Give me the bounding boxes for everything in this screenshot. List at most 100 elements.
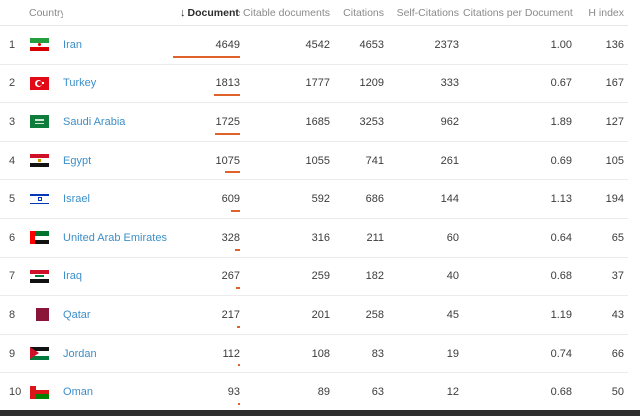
citable-documents-cell: 592 — [240, 179, 335, 219]
documents-value: 112 — [222, 347, 241, 360]
documents-value: 217 — [221, 308, 241, 321]
table-row: 4 Egypt 1075 1055 741 261 0.69 105 — [0, 141, 629, 181]
table-row: 2 Turkey 1813 1777 1209 333 0.67 167 — [0, 64, 629, 104]
self-citations-cell: 962 — [388, 102, 464, 142]
country-cell: Saudi Arabia — [63, 102, 181, 142]
documents-bar — [173, 55, 241, 58]
header-documents-label: Documents — [187, 6, 241, 19]
country-link[interactable]: Iran — [63, 39, 82, 51]
self-citations-cell: 144 — [388, 179, 464, 219]
citable-documents-cell: 259 — [240, 257, 335, 297]
documents-value: 1725 — [215, 115, 241, 128]
flag-cell — [30, 179, 64, 219]
h-index-cell: 136 — [576, 25, 629, 65]
citations-per-document-cell: 0.68 — [463, 257, 577, 297]
flag-cell — [30, 141, 64, 181]
self-citations-cell: 261 — [388, 141, 464, 181]
citations-cell: 686 — [334, 179, 389, 219]
egypt-flag-icon — [30, 154, 49, 168]
citations-cell: 182 — [334, 257, 389, 297]
country-cell: Egypt — [63, 141, 181, 181]
citations-cell: 1209 — [334, 64, 389, 104]
self-citations-cell: 40 — [388, 257, 464, 297]
citations-cell: 3253 — [334, 102, 389, 142]
iran-flag-icon — [30, 38, 49, 52]
rank-cell: 10 — [9, 386, 22, 399]
header-self-citations[interactable]: Self-Citations — [388, 0, 464, 26]
documents-bar — [238, 402, 241, 405]
h-index-cell: 50 — [611, 386, 625, 399]
documents-value: 1813 — [215, 77, 241, 90]
citations-per-document-cell: 0.67 — [463, 64, 577, 104]
flag-cell — [30, 218, 64, 258]
jordan-flag-icon — [30, 347, 49, 361]
country-link[interactable]: Turkey — [63, 77, 96, 89]
country-link[interactable]: Qatar — [63, 309, 91, 321]
country-link[interactable]: Oman — [63, 386, 93, 398]
citations-cell: 741 — [334, 141, 389, 181]
header-h-index[interactable]: H index — [576, 0, 629, 26]
header-country[interactable]: Country — [0, 0, 64, 26]
header-citable-label: Citable documents — [243, 6, 331, 19]
table-row: 10 Oman 93 89 63 12 0.68 50 — [0, 373, 628, 411]
h-index-cell: 105 — [576, 141, 629, 181]
documents-value: 609 — [221, 193, 241, 206]
self-citations-cell: 19 — [388, 334, 464, 374]
header-documents[interactable]: ↓ Documents — [180, 0, 241, 26]
country-link[interactable]: Jordan — [63, 348, 97, 360]
documents-cell: 328 — [180, 218, 241, 258]
citable-documents-cell: 1777 — [240, 64, 335, 104]
flag-cell — [30, 257, 64, 297]
documents-cell: 267 — [180, 257, 241, 297]
header-citations[interactable]: Citations — [334, 0, 389, 26]
citations-per-document-cell: 1.89 — [463, 102, 577, 142]
header-citations-per-document[interactable]: Citations per Document — [463, 0, 577, 26]
documents-cell: 112 — [180, 334, 241, 374]
header-citable-documents[interactable]: Citable documents — [240, 0, 335, 26]
rank-cell: 7 — [0, 257, 30, 297]
documents-value: 1075 — [215, 154, 241, 167]
flag-cell — [30, 334, 64, 374]
table-row: 7 Iraq 267 259 182 40 0.68 37 — [0, 257, 629, 297]
flag-cell — [30, 373, 63, 411]
self-citations-cell: 12 — [446, 386, 460, 399]
country-cell: Oman — [63, 373, 180, 411]
country-link[interactable]: Egypt — [63, 155, 91, 167]
header-citations-label: Citations — [343, 6, 385, 19]
self-citations-cell: 2373 — [388, 25, 464, 65]
h-index-cell: 167 — [576, 64, 629, 104]
documents-bar — [214, 94, 241, 97]
country-cell: Jordan — [63, 334, 181, 374]
country-link[interactable]: United Arab Emirates — [63, 232, 167, 244]
documents-cell: 93 — [180, 373, 241, 411]
documents-value: 328 — [221, 231, 241, 244]
flag-cell — [30, 64, 64, 104]
header-spacer — [63, 0, 181, 26]
documents-cell: 4649 — [173, 25, 241, 65]
header-cpd-label: Citations per Document — [463, 6, 573, 19]
country-cell: Iraq — [63, 257, 181, 297]
citable-documents-cell: 201 — [240, 295, 335, 335]
country-link[interactable]: Israel — [63, 193, 90, 205]
country-cell: Turkey — [63, 64, 181, 104]
documents-bar — [236, 287, 241, 290]
country-link[interactable]: Saudi Arabia — [63, 116, 125, 128]
documents-cell: 1075 — [180, 141, 241, 181]
table-row: 1 Iran 4649 4542 4653 2373 1.00 136 — [0, 25, 629, 65]
iraq-flag-icon — [30, 269, 49, 283]
documents-cell: 217 — [180, 295, 241, 335]
h-index-cell: 37 — [576, 257, 629, 297]
country-link[interactable]: Iraq — [63, 270, 82, 282]
rank-cell: 4 — [0, 141, 30, 181]
rank-cell: 1 — [0, 25, 30, 65]
documents-value: 4649 — [215, 38, 241, 51]
sort-arrow-icon: ↓ — [180, 6, 186, 19]
self-citations-cell: 45 — [388, 295, 464, 335]
documents-bar — [215, 132, 241, 135]
table-header-row: Country ↓ Documents Citable documents Cit… — [0, 0, 629, 26]
citations-per-document-cell: 0.64 — [463, 218, 577, 258]
h-index-cell: 127 — [576, 102, 629, 142]
citations-cell: 83 — [334, 334, 389, 374]
rank-cell: 3 — [0, 102, 30, 142]
documents-bar — [238, 364, 241, 367]
